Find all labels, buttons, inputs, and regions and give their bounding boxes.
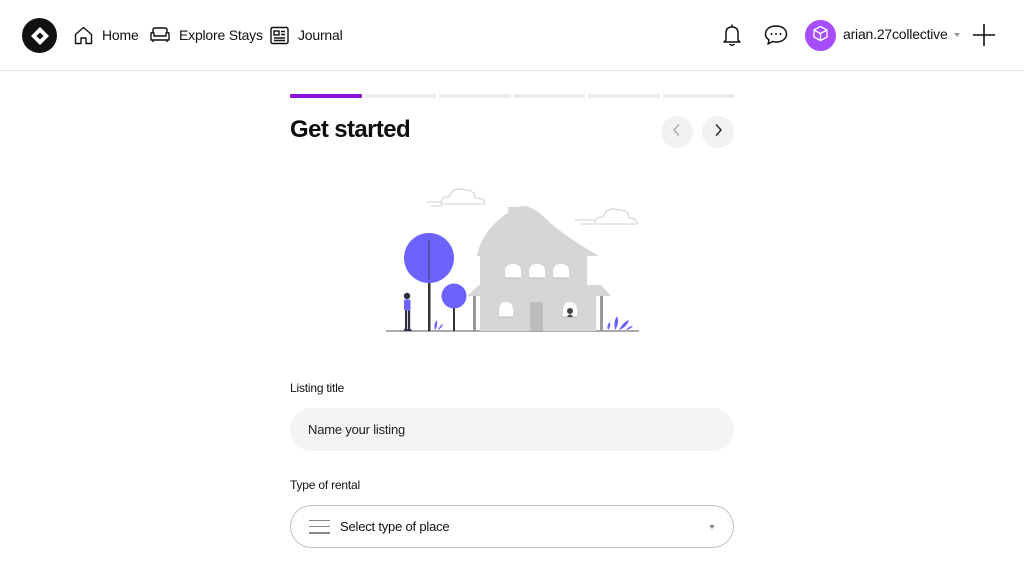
rental-type-label: Type of rental xyxy=(290,478,360,492)
home-icon xyxy=(73,25,94,46)
plus-icon[interactable] xyxy=(971,22,997,48)
progress-step-4 xyxy=(513,94,585,98)
page-title: Get started xyxy=(290,116,411,143)
diamond-logo-icon[interactable] xyxy=(22,18,57,53)
chevron-down-icon xyxy=(953,32,960,37)
newspaper-icon xyxy=(269,25,290,46)
avatar[interactable] xyxy=(805,20,836,51)
nav-home-link[interactable]: Home xyxy=(73,22,139,48)
previous-step-button[interactable] xyxy=(661,116,693,148)
list-lines-icon xyxy=(309,519,330,534)
cloud-right xyxy=(575,208,638,225)
user-menu[interactable]: arian.27collective xyxy=(843,26,960,42)
bell-icon[interactable] xyxy=(718,21,746,49)
tree-large xyxy=(404,233,454,331)
nav-journal-link[interactable]: Journal xyxy=(269,22,343,48)
house-illustration xyxy=(386,188,639,332)
nav-explore-label: Explore Stays xyxy=(179,27,263,43)
next-step-button[interactable] xyxy=(702,116,734,148)
listing-title-label: Listing title xyxy=(290,381,345,395)
chevron-left-icon xyxy=(671,123,683,142)
nav-explore-stays-link[interactable]: Explore Stays xyxy=(149,22,263,48)
progress-step-5 xyxy=(588,94,660,98)
progress-step-1 xyxy=(290,94,362,98)
top-navigation: Home Explore Stays Journal arian.27colle… xyxy=(0,0,1024,71)
progress-step-6 xyxy=(662,94,734,98)
chevron-right-icon xyxy=(712,123,724,142)
nav-home-label: Home xyxy=(102,27,139,43)
progress-step-2 xyxy=(364,94,436,98)
step-progress-bar xyxy=(290,94,734,98)
progress-step-3 xyxy=(439,94,511,98)
username-label: arian.27collective xyxy=(843,26,948,42)
rental-type-select[interactable]: Select type of place xyxy=(290,505,734,548)
chevron-down-icon xyxy=(709,525,715,529)
rental-type-value: Select type of place xyxy=(340,519,450,534)
person-figure xyxy=(403,292,412,331)
listing-title-input[interactable] xyxy=(290,408,734,451)
cube-icon xyxy=(812,25,829,47)
chat-bubble-icon[interactable] xyxy=(762,21,790,49)
cloud-left xyxy=(427,188,486,207)
nav-journal-label: Journal xyxy=(298,27,343,43)
sofa-icon xyxy=(149,25,171,45)
tree-small xyxy=(441,283,467,331)
